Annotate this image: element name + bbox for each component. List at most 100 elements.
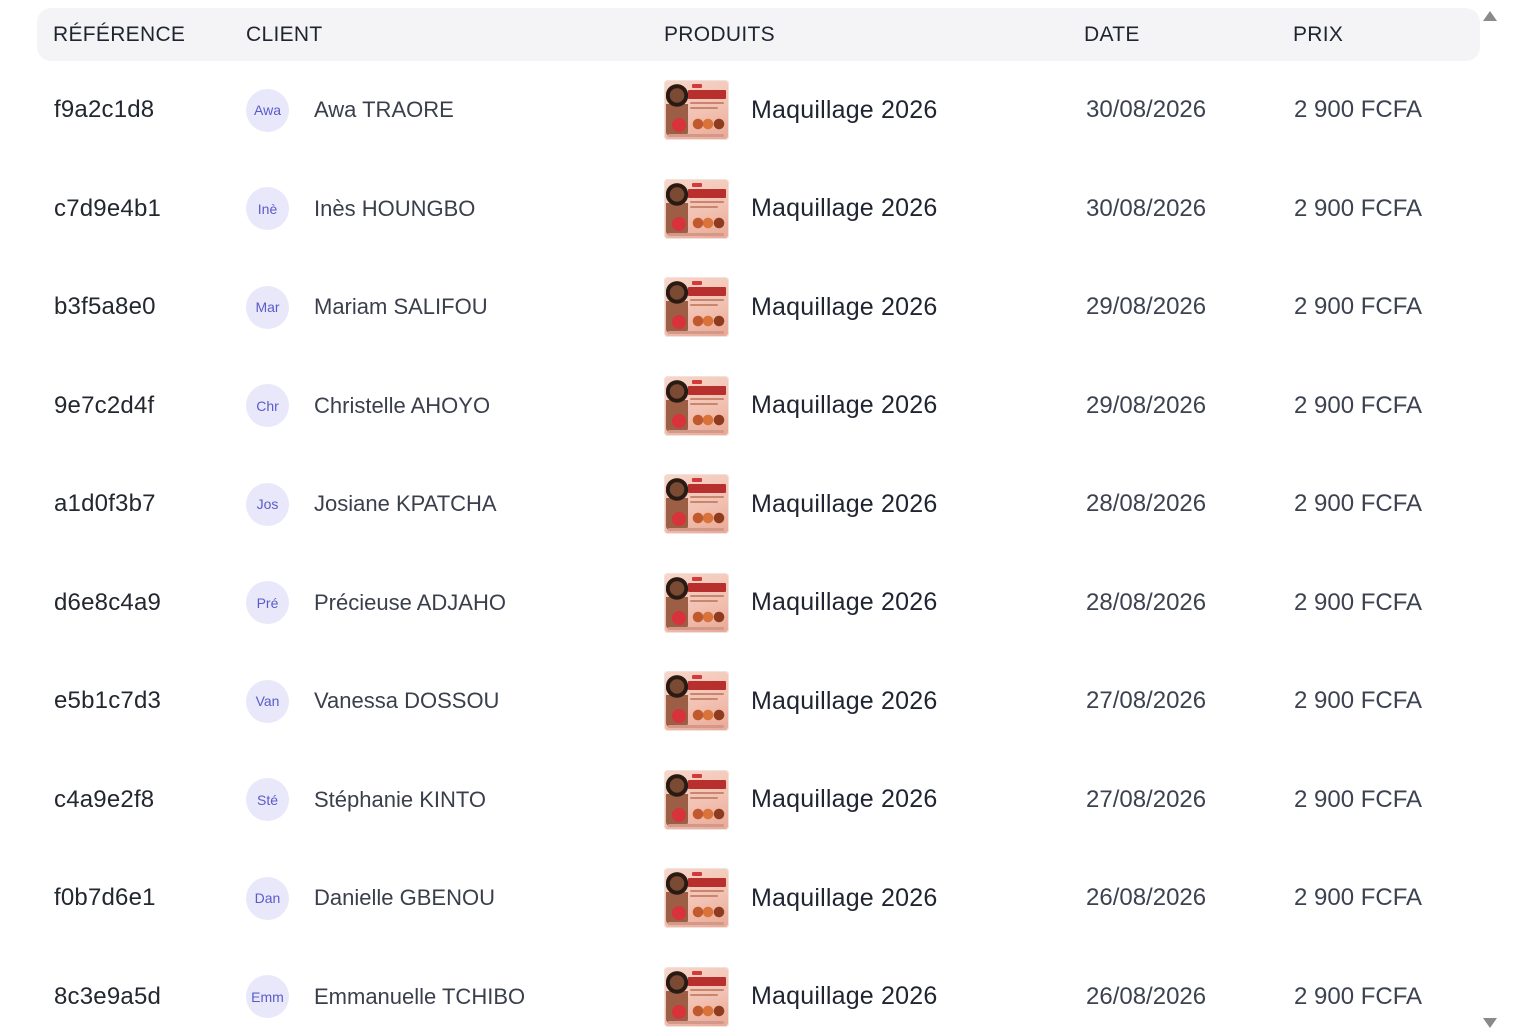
client-cell: Sté Stéphanie KINTO: [246, 751, 486, 850]
order-date: 26/08/2026: [1086, 982, 1207, 1010]
product-thumbnail-image: [664, 474, 729, 535]
table-row[interactable]: 9e7c2d4f Chr Christelle AHOYO Maquillage 20…: [37, 357, 1480, 456]
client-name: Précieuse ADJAHO: [314, 589, 506, 615]
avatar: Inè: [246, 187, 289, 231]
client-cell: Awa Awa TRAORE: [246, 61, 454, 160]
table-row[interactable]: 8c3e9a5d Emm Emmanuelle TCHIBO Maquillage 2…: [37, 948, 1480, 1031]
product-thumbnail-image: [664, 572, 729, 633]
order-date: 30/08/2026: [1086, 194, 1207, 222]
product-cell: Maquillage 2026: [664, 357, 937, 456]
order-price: 2 900 FCFA: [1294, 588, 1423, 616]
table-row[interactable]: e5b1c7d3 Van Vanessa DOSSOU Maquillage 2026…: [37, 652, 1480, 751]
order-price: 2 900 FCFA: [1294, 391, 1423, 419]
client-cell: Pré Précieuse ADJAHO: [246, 554, 506, 653]
table-row[interactable]: b3f5a8e0 Mar Mariam SALIFOU Maquillage 2026…: [37, 258, 1480, 357]
table-row[interactable]: d6e8c4a9 Pré Précieuse ADJAHO Maquillage 20…: [37, 554, 1480, 653]
table-header: RÉFÉRENCE CLIENT PRODUITS DATE PRIX: [37, 8, 1480, 61]
column-header-client[interactable]: CLIENT: [246, 8, 322, 61]
order-reference: e5b1c7d3: [54, 687, 162, 715]
avatar: Emm: [246, 975, 289, 1019]
client-cell: Van Vanessa DOSSOU: [246, 652, 499, 751]
product-name: Maquillage 2026: [751, 95, 938, 124]
order-date: 30/08/2026: [1086, 96, 1207, 124]
table-body: f9a2c1d8 Awa Awa TRAORE Maquillage 2026 30/0…: [37, 61, 1480, 1031]
product-name: Maquillage 2026: [751, 686, 938, 715]
product-thumbnail-image: [664, 769, 729, 830]
triangle-up-icon[interactable]: [1483, 11, 1497, 21]
product-name: Maquillage 2026: [751, 982, 938, 1011]
order-price: 2 900 FCFA: [1294, 293, 1423, 321]
column-header-products[interactable]: PRODUITS: [664, 8, 775, 61]
client-name: Danielle GBENOU: [314, 885, 495, 911]
product-cell: Maquillage 2026: [664, 455, 937, 554]
avatar: Chr: [246, 384, 289, 428]
client-name: Josiane KPATCHA: [314, 491, 497, 517]
product-name: Maquillage 2026: [751, 883, 938, 912]
product-cell: Maquillage 2026: [664, 751, 937, 850]
triangle-down-icon[interactable]: [1483, 1018, 1497, 1028]
vertical-scrollbar[interactable]: [1482, 26, 1498, 1014]
product-cell: Maquillage 2026: [664, 61, 937, 160]
order-price: 2 900 FCFA: [1294, 194, 1423, 222]
product-name: Maquillage 2026: [751, 785, 938, 814]
table-row[interactable]: f0b7d6e1 Dan Danielle GBENOU Maquillage 202…: [37, 849, 1480, 948]
order-reference: f0b7d6e1: [54, 884, 156, 912]
order-date: 28/08/2026: [1086, 490, 1207, 518]
product-name: Maquillage 2026: [751, 292, 938, 321]
order-price: 2 900 FCFA: [1294, 490, 1423, 518]
product-thumbnail-image: [664, 375, 729, 436]
table-row[interactable]: a1d0f3b7 Jos Josiane KPATCHA Maquillage 202…: [37, 455, 1480, 554]
order-date: 26/08/2026: [1086, 884, 1207, 912]
product-thumbnail-image: [664, 966, 729, 1027]
client-name: Awa TRAORE: [314, 97, 454, 123]
client-name: Inès HOUNGBO: [314, 195, 476, 221]
order-date: 27/08/2026: [1086, 687, 1207, 715]
client-cell: Jos Josiane KPATCHA: [246, 455, 497, 554]
order-reference: d6e8c4a9: [54, 588, 162, 616]
avatar: Pré: [246, 581, 289, 625]
product-cell: Maquillage 2026: [664, 849, 937, 948]
column-header-reference[interactable]: RÉFÉRENCE: [53, 8, 185, 61]
client-name: Mariam SALIFOU: [314, 294, 488, 320]
product-cell: Maquillage 2026: [664, 258, 937, 357]
column-header-price[interactable]: PRIX: [1293, 8, 1343, 61]
client-name: Stéphanie KINTO: [314, 786, 487, 812]
product-cell: Maquillage 2026: [664, 652, 937, 751]
product-thumbnail-image: [664, 868, 729, 929]
order-date: 29/08/2026: [1086, 391, 1207, 419]
avatar: Van: [246, 679, 289, 723]
order-reference: f9a2c1d8: [54, 96, 155, 124]
orders-page: RÉFÉRENCE CLIENT PRODUITS DATE PRIX f9a2…: [0, 0, 1525, 1031]
product-name: Maquillage 2026: [751, 391, 938, 420]
product-cell: Maquillage 2026: [664, 554, 937, 653]
client-cell: Emm Emmanuelle TCHIBO: [246, 948, 525, 1031]
product-cell: Maquillage 2026: [664, 160, 937, 259]
order-reference: 9e7c2d4f: [54, 391, 155, 419]
avatar: Awa: [246, 88, 289, 132]
order-reference: c7d9e4b1: [54, 194, 162, 222]
client-cell: Chr Christelle AHOYO: [246, 357, 490, 456]
client-cell: Mar Mariam SALIFOU: [246, 258, 488, 357]
column-header-date[interactable]: DATE: [1084, 8, 1140, 61]
client-cell: Inè Inès HOUNGBO: [246, 160, 475, 259]
product-name: Maquillage 2026: [751, 588, 938, 617]
order-date: 28/08/2026: [1086, 588, 1207, 616]
order-price: 2 900 FCFA: [1294, 687, 1423, 715]
avatar: Mar: [246, 285, 289, 329]
order-date: 27/08/2026: [1086, 785, 1207, 813]
product-thumbnail-image: [664, 80, 729, 141]
orders-table: RÉFÉRENCE CLIENT PRODUITS DATE PRIX f9a2…: [37, 8, 1480, 1031]
client-name: Vanessa DOSSOU: [314, 688, 500, 714]
order-date: 29/08/2026: [1086, 293, 1207, 321]
product-thumbnail-image: [664, 671, 729, 732]
order-price: 2 900 FCFA: [1294, 96, 1423, 124]
table-row[interactable]: c7d9e4b1 Inè Inès HOUNGBO Maquillage 2026 30…: [37, 160, 1480, 259]
order-price: 2 900 FCFA: [1294, 884, 1423, 912]
order-reference: 8c3e9a5d: [54, 982, 162, 1010]
client-cell: Dan Danielle GBENOU: [246, 849, 495, 948]
product-thumbnail-image: [664, 178, 729, 239]
product-thumbnail-image: [664, 277, 729, 338]
table-row[interactable]: c4a9e2f8 Sté Stéphanie KINTO Maquillage 202…: [37, 751, 1480, 850]
table-row[interactable]: f9a2c1d8 Awa Awa TRAORE Maquillage 2026 30/0…: [37, 61, 1480, 160]
order-reference: c4a9e2f8: [54, 785, 155, 813]
